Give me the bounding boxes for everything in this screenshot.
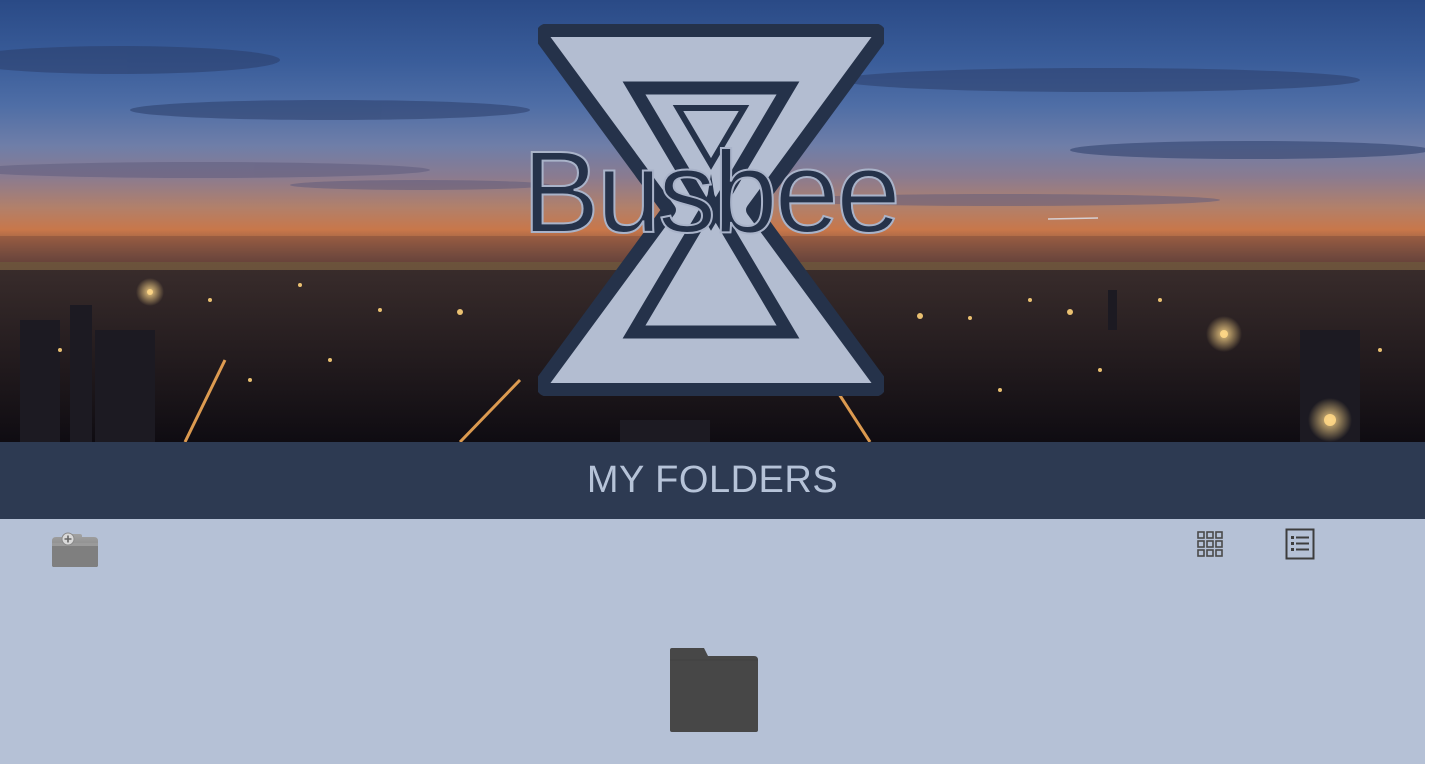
new-folder-icon xyxy=(52,532,98,567)
brand-wordmark: Busbee xyxy=(521,127,901,257)
page-title: MY FOLDERS xyxy=(586,459,839,501)
folders-content-area xyxy=(0,519,1425,764)
page-title-bar: MY FOLDERS xyxy=(0,442,1425,519)
new-folder-button[interactable] xyxy=(50,529,100,569)
folder-item[interactable] xyxy=(668,646,760,734)
page: Busbee MY FOLDERS xyxy=(0,0,1425,764)
grid-view-button[interactable] xyxy=(1196,528,1226,560)
list-view-button[interactable] xyxy=(1285,528,1315,560)
list-view-icon xyxy=(1285,528,1315,560)
grid-view-icon xyxy=(1197,531,1223,557)
hero-banner: Busbee xyxy=(0,0,1425,442)
folder-icon xyxy=(670,648,758,732)
